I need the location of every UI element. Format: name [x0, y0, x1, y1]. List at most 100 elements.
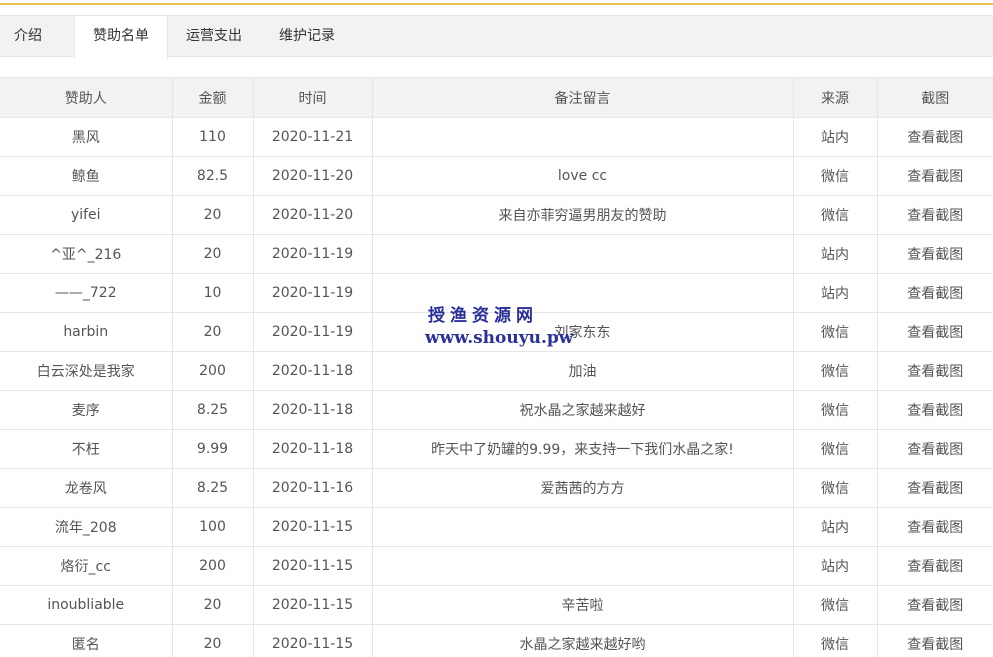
cell-date: 2020-11-19: [252, 273, 373, 313]
table-row: 流年_208 100 2020-11-15 站内 查看截图: [0, 507, 993, 547]
cell-amount: 20: [171, 312, 254, 352]
cell-amount: 8.25: [171, 390, 254, 430]
view-screenshot-link[interactable]: 查看截图: [876, 312, 993, 352]
cell-amount: 110: [171, 117, 254, 157]
cell-note: love cc: [371, 156, 794, 196]
view-screenshot-link[interactable]: 查看截图: [876, 546, 993, 586]
tab-expenses[interactable]: 运营支出: [168, 16, 260, 58]
table-row: 麦序 8.25 2020-11-18 祝水晶之家越来越好 微信 查看截图: [0, 390, 993, 430]
cell-source: 微信: [792, 468, 878, 508]
cell-note: 水晶之家越来越好哟: [371, 624, 794, 657]
cell-sponsor: 龙卷风: [0, 468, 173, 508]
cell-note: [371, 234, 794, 274]
cell-note: 辛苦啦: [371, 585, 794, 625]
view-screenshot-link[interactable]: 查看截图: [876, 273, 993, 313]
cell-sponsor: 匿名: [0, 624, 173, 657]
cell-date: 2020-11-15: [252, 585, 373, 625]
cell-source: 微信: [792, 156, 878, 196]
view-screenshot-link[interactable]: 查看截图: [876, 468, 993, 508]
cell-note: [371, 507, 794, 547]
cell-date: 2020-11-18: [252, 390, 373, 430]
header-amount: 金额: [171, 77, 254, 118]
cell-amount: 8.25: [171, 468, 254, 508]
cell-source: 站内: [792, 234, 878, 274]
cell-amount: 20: [171, 195, 254, 235]
view-screenshot-link[interactable]: 查看截图: [876, 156, 993, 196]
cell-note: 昨天中了奶罐的9.99，来支持一下我们水晶之家!: [371, 429, 794, 469]
cell-date: 2020-11-15: [252, 546, 373, 586]
cell-amount: 20: [171, 234, 254, 274]
cell-sponsor: 烙衍_cc: [0, 546, 173, 586]
cell-sponsor: yifei: [0, 195, 173, 235]
cell-amount: 10: [171, 273, 254, 313]
header-screenshot: 截图: [876, 77, 993, 118]
watermark: 授渔资源网 www.shouyu.pw: [425, 305, 605, 349]
view-screenshot-link[interactable]: 查看截图: [876, 234, 993, 274]
cell-amount: 200: [171, 546, 254, 586]
cell-sponsor: 麦序: [0, 390, 173, 430]
cell-source: 微信: [792, 585, 878, 625]
table-row: yifei 20 2020-11-20 来自亦菲穷逼男朋友的赞助 微信 查看截图: [0, 195, 993, 235]
table-row: 匿名 20 2020-11-15 水晶之家越来越好哟 微信 查看截图: [0, 624, 993, 657]
view-screenshot-link[interactable]: 查看截图: [876, 624, 993, 657]
header-date: 时间: [252, 77, 373, 118]
cell-amount: 200: [171, 351, 254, 391]
cell-date: 2020-11-21: [252, 117, 373, 157]
view-screenshot-link[interactable]: 查看截图: [876, 195, 993, 235]
view-screenshot-link[interactable]: 查看截图: [876, 507, 993, 547]
cell-amount: 9.99: [171, 429, 254, 469]
cell-amount: 20: [171, 624, 254, 657]
table-row: 不枉 9.99 2020-11-18 昨天中了奶罐的9.99，来支持一下我们水晶之家!…: [0, 429, 993, 469]
cell-source: 站内: [792, 273, 878, 313]
cell-sponsor: 不枉: [0, 429, 173, 469]
table-row: 黑风 110 2020-11-21 站内 查看截图: [0, 117, 993, 157]
cell-date: 2020-11-18: [252, 351, 373, 391]
cell-date: 2020-11-19: [252, 312, 373, 352]
cell-source: 微信: [792, 195, 878, 235]
cell-note: [371, 117, 794, 157]
header-note: 备注留言: [371, 77, 794, 118]
cell-note: 来自亦菲穷逼男朋友的赞助: [371, 195, 794, 235]
cell-date: 2020-11-20: [252, 156, 373, 196]
cell-source: 微信: [792, 624, 878, 657]
cell-note: 爱茜茜的方方: [371, 468, 794, 508]
cell-date: 2020-11-15: [252, 624, 373, 657]
tab-sponsors[interactable]: 赞助名单: [74, 16, 168, 59]
watermark-url: www.shouyu.pw: [425, 328, 574, 348]
view-screenshot-link[interactable]: 查看截图: [876, 429, 993, 469]
cell-source: 站内: [792, 546, 878, 586]
view-screenshot-link[interactable]: 查看截图: [876, 117, 993, 157]
table-row: inoubliable 20 2020-11-15 辛苦啦 微信 查看截图: [0, 585, 993, 625]
sponsor-table: 赞助人 金额 时间 备注留言 来源 截图 黑风 110 2020-11-21 站内 查看…: [0, 77, 993, 657]
cell-source: 站内: [792, 507, 878, 547]
table-row: 烙衍_cc 200 2020-11-15 站内 查看截图: [0, 546, 993, 586]
cell-source: 站内: [792, 117, 878, 157]
cell-date: 2020-11-20: [252, 195, 373, 235]
cell-note: 祝水晶之家越来越好: [371, 390, 794, 430]
cell-note: 加油: [371, 351, 794, 391]
table-row: ^亚^_216 20 2020-11-19 站内 查看截图: [0, 234, 993, 274]
cell-note: [371, 546, 794, 586]
table-row: 白云深处是我家 200 2020-11-18 加油 微信 查看截图: [0, 351, 993, 391]
cell-source: 微信: [792, 312, 878, 352]
cell-date: 2020-11-16: [252, 468, 373, 508]
cell-sponsor: ^亚^_216: [0, 234, 173, 274]
tab-maintenance[interactable]: 维护记录: [260, 16, 354, 58]
view-screenshot-link[interactable]: 查看截图: [876, 390, 993, 430]
tab-intro[interactable]: 介绍: [0, 16, 56, 58]
table-row: 鲸鱼 82.5 2020-11-20 love cc 微信 查看截图: [0, 156, 993, 196]
table-header-row: 赞助人 金额 时间 备注留言 来源 截图: [0, 77, 993, 118]
cell-amount: 100: [171, 507, 254, 547]
table-row: 龙卷风 8.25 2020-11-16 爱茜茜的方方 微信 查看截图: [0, 468, 993, 508]
cell-date: 2020-11-18: [252, 429, 373, 469]
cell-amount: 20: [171, 585, 254, 625]
view-screenshot-link[interactable]: 查看截图: [876, 585, 993, 625]
cell-sponsor: ——_722: [0, 273, 173, 313]
cell-sponsor: harbin: [0, 312, 173, 352]
cell-date: 2020-11-19: [252, 234, 373, 274]
tab-bar: 介绍 赞助名单 运营支出 维护记录: [0, 15, 993, 59]
cell-sponsor: 鲸鱼: [0, 156, 173, 196]
view-screenshot-link[interactable]: 查看截图: [876, 351, 993, 391]
cell-sponsor: 流年_208: [0, 507, 173, 547]
header-sponsor: 赞助人: [0, 77, 173, 118]
